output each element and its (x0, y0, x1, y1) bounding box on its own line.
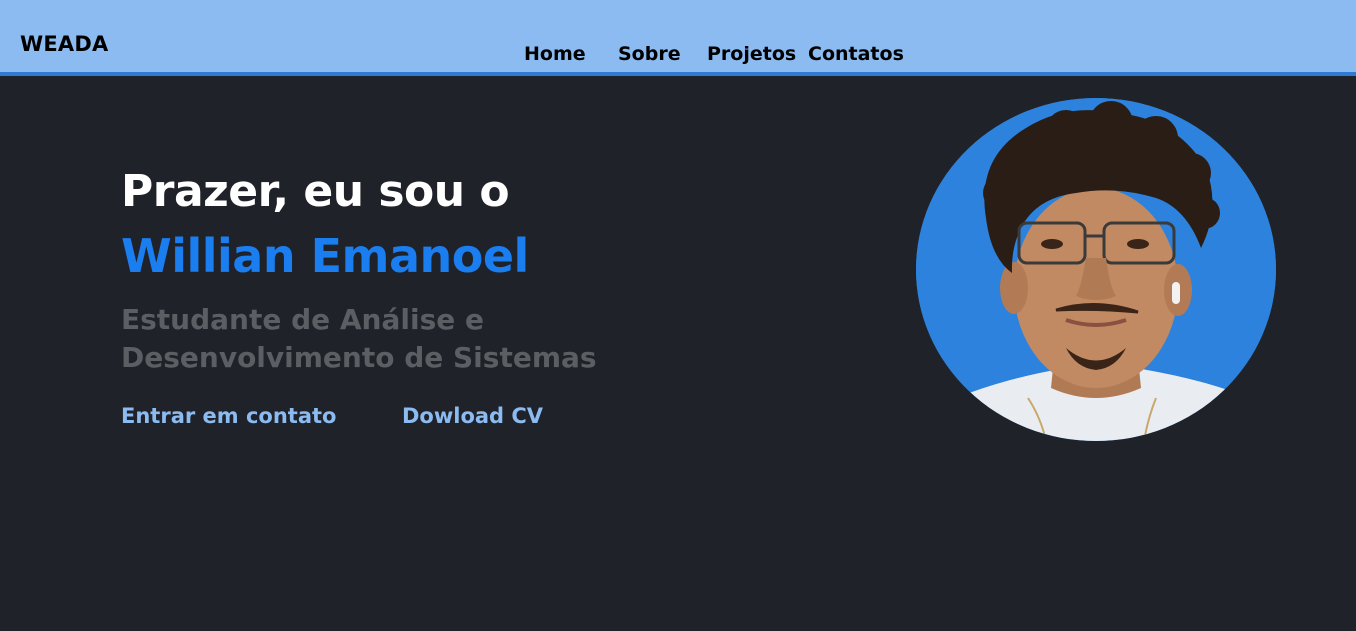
hero-subtitle: Estudante de Análise e Desenvolvimento d… (121, 303, 597, 374)
contact-button[interactable]: Entrar em contato (121, 404, 336, 428)
hero-name: Willian Emanoel (121, 229, 529, 283)
profile-photo-illustration (916, 98, 1276, 441)
nav-link-home[interactable]: Home (524, 43, 586, 65)
nav-link-contatos[interactable]: Contatos (808, 43, 904, 65)
hero-greeting: Prazer, eu sou o (121, 166, 510, 217)
profile-photo (916, 98, 1276, 441)
logo[interactable]: WEADA (20, 32, 108, 56)
nav-link-projetos[interactable]: Projetos (707, 43, 796, 65)
navbar: WEADA Home Sobre Projetos Contatos (0, 0, 1356, 76)
download-cv-button[interactable]: Dowload CV (402, 404, 543, 428)
nav-link-sobre[interactable]: Sobre (618, 43, 681, 65)
